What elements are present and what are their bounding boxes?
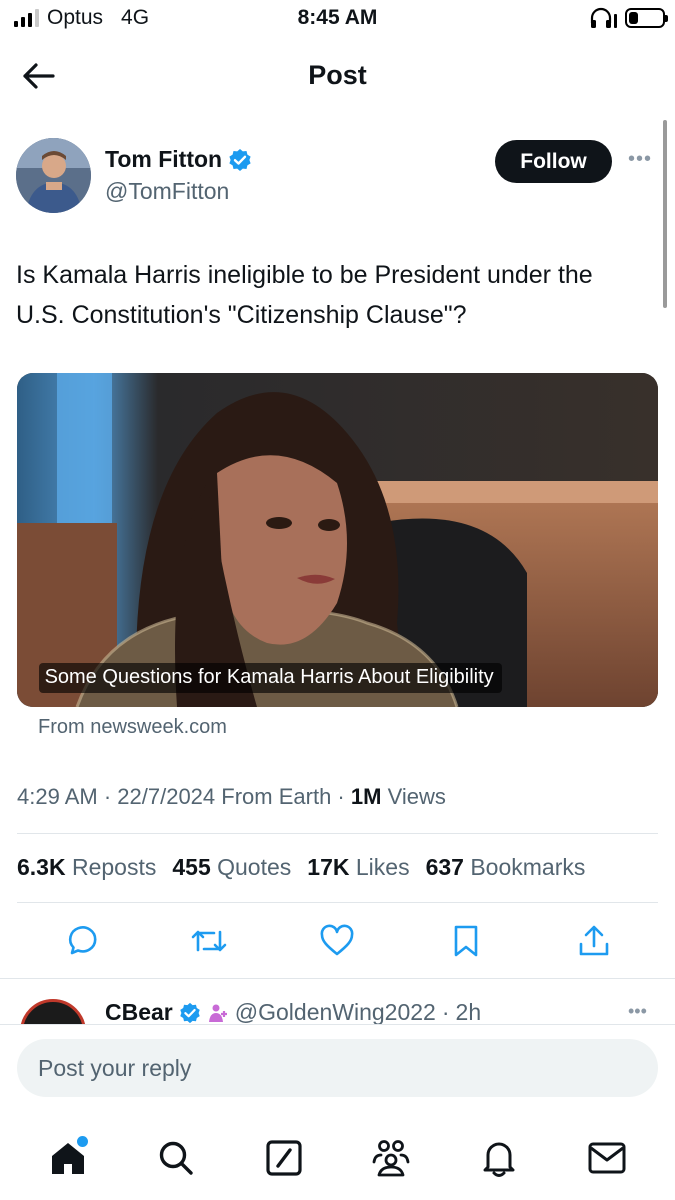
- nav-communities[interactable]: [365, 1132, 417, 1184]
- reply-preview[interactable]: CBear @GoldenWing2022 · 2h •••: [0, 978, 675, 1024]
- page-title: Post: [308, 60, 367, 90]
- post-text: Is Kamala Harris ineligible to be Presid…: [16, 261, 593, 329]
- post-date: 22/7/2024: [117, 784, 216, 809]
- headphones-icon: [590, 7, 617, 28]
- reply-author: CBear @GoldenWing2022 · 2h: [105, 999, 482, 1024]
- post-actions: [17, 918, 658, 964]
- link-card[interactable]: Some Questions for Kamala Harris About E…: [17, 373, 658, 707]
- avatar[interactable]: [16, 138, 91, 213]
- author-handle[interactable]: @TomFitton: [105, 178, 229, 205]
- repost-icon: [191, 930, 227, 952]
- notifications-icon: [483, 1142, 515, 1177]
- reply-author-handle: @GoldenWing2022: [234, 999, 436, 1024]
- battery-icon: [625, 8, 668, 28]
- top-bar: Post: [0, 38, 675, 116]
- reply-input[interactable]: [17, 1039, 658, 1097]
- more-options-icon[interactable]: •••: [628, 148, 652, 171]
- follow-button[interactable]: Follow: [495, 140, 612, 183]
- bookmark-button[interactable]: [444, 919, 488, 963]
- emoji-icon: [208, 1004, 227, 1022]
- messages-icon: [588, 1142, 626, 1174]
- avatar-image: [16, 138, 91, 213]
- share-icon: [579, 925, 609, 956]
- verified-badge-icon: [180, 1002, 200, 1023]
- search-icon: [159, 1141, 193, 1175]
- repost-button[interactable]: [187, 919, 231, 963]
- nav-messages[interactable]: [581, 1132, 633, 1184]
- status-bar: Optus 4G 8:45 AM: [0, 0, 675, 38]
- stat-reposts[interactable]: 6.3K Reposts: [17, 854, 156, 881]
- bottom-nav: [0, 1110, 675, 1200]
- nav-home[interactable]: [42, 1132, 94, 1184]
- verified-badge-icon: [229, 148, 251, 171]
- reply-bar: [0, 1024, 675, 1110]
- divider: [17, 902, 658, 903]
- status-right: [589, 7, 668, 29]
- views-label: Views: [387, 784, 446, 809]
- post-stats: 6.3K Reposts 455 Quotes 17K Likes 637 Bo…: [17, 854, 585, 881]
- like-button[interactable]: [315, 919, 359, 963]
- status-time: 8:45 AM: [297, 6, 378, 29]
- post-location: From Earth: [221, 784, 332, 809]
- post-meta: 4:29 AM · 22/7/2024 From Earth · 1M View…: [17, 784, 446, 809]
- link-card-source[interactable]: From newsweek.com: [38, 716, 227, 739]
- author-name-text: Tom Fitton: [105, 146, 223, 172]
- nav-grok[interactable]: [258, 1132, 310, 1184]
- author-name[interactable]: Tom Fitton: [105, 146, 252, 173]
- reply-time: 2h: [455, 999, 482, 1024]
- bookmark-icon: [454, 925, 477, 957]
- notification-dot: [76, 1136, 88, 1147]
- like-icon: [321, 924, 354, 956]
- nav-search[interactable]: [150, 1132, 202, 1184]
- reply-avatar[interactable]: [20, 999, 86, 1024]
- post-author: Tom Fitton @TomFitton Follow •••: [16, 138, 661, 218]
- link-card-image: [17, 373, 658, 707]
- more-options-icon[interactable]: •••: [628, 1001, 647, 1022]
- scrollbar[interactable]: [663, 120, 667, 308]
- communities-icon: [372, 1140, 410, 1177]
- share-button[interactable]: [572, 919, 616, 963]
- grok-icon: [265, 1140, 302, 1176]
- nav-notifications[interactable]: [473, 1132, 525, 1184]
- reply-icon: [69, 926, 97, 955]
- stat-bookmarks[interactable]: 637 Bookmarks: [426, 854, 586, 881]
- reply-button[interactable]: [59, 919, 103, 963]
- divider: [17, 833, 658, 834]
- stat-quotes[interactable]: 455 Quotes: [172, 854, 291, 881]
- views-count: 1M: [350, 784, 382, 809]
- post-time: 4:29 AM: [17, 784, 98, 809]
- reply-author-name: CBear: [105, 999, 173, 1024]
- stat-likes[interactable]: 17K Likes: [307, 854, 409, 881]
- link-card-title: Some Questions for Kamala Harris About E…: [39, 663, 502, 693]
